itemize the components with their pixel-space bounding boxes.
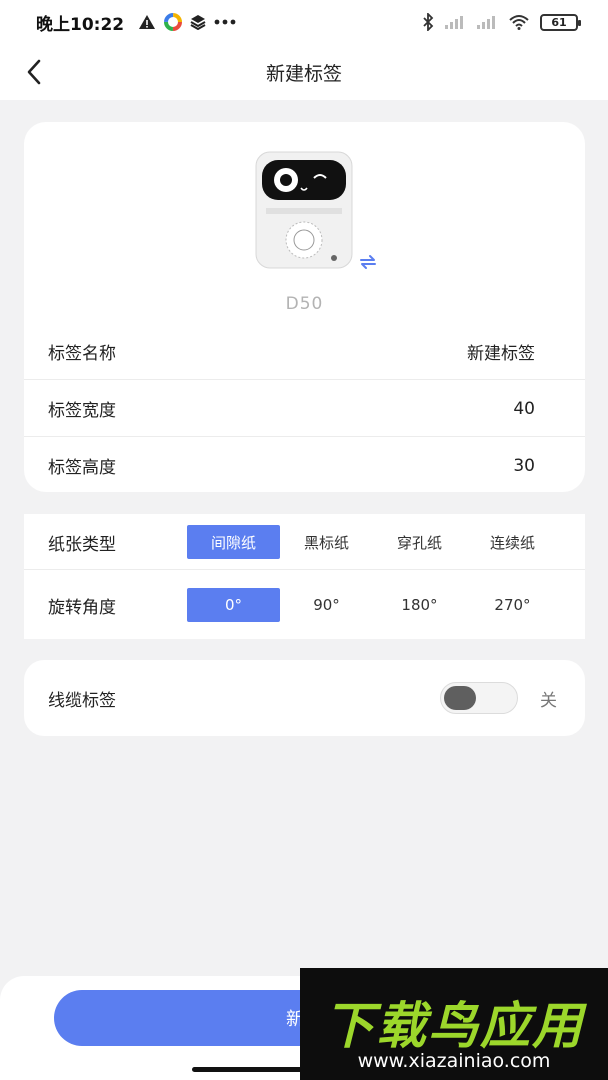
chevron-left-icon [27,59,41,85]
label-width-row[interactable]: 标签宽度 40 [24,380,585,437]
more-dots-icon [214,19,236,25]
status-left-icons [138,13,236,31]
label-height-label: 标签高度 [48,458,116,478]
label-height-row[interactable]: 标签高度 30 [24,437,585,494]
warning-icon [139,15,156,29]
label-height-value: 30 [513,455,535,476]
label-name-row[interactable]: 标签名称 新建标签 [24,323,585,380]
paper-type-row: 纸张类型 间隙纸 黑标纸 穿孔纸 连续纸 [24,514,585,570]
status-bar: 晚上10:22 61 [0,0,608,44]
status-time: 晚上10:22 [36,14,125,35]
label-name-value: 新建标签 [467,344,535,364]
sync-icon[interactable] [358,252,378,272]
print-options-card: 纸张类型 间隙纸 黑标纸 穿孔纸 连续纸 旋转角度 0° 90° 180° 27… [24,514,585,639]
rotation-row: 旋转角度 0° 90° 180° 270° [24,577,585,633]
status-left: 晚上10:22 [36,10,236,35]
device-name: D50 [285,294,324,314]
layers-icon [190,15,206,30]
paper-type-option-gap[interactable]: 间隙纸 [187,525,280,559]
signal-icon [445,16,463,29]
rotation-label: 旋转角度 [48,597,116,618]
rotation-option-90[interactable]: 90° [280,588,373,622]
label-info-card: D50 标签名称 新建标签 标签宽度 40 标签高度 30 [24,122,585,492]
status-right: 61 [422,13,581,31]
paper-type-option-continuous[interactable]: 连续纸 [466,525,559,559]
page-title: 新建标签 [265,62,342,85]
label-width-label: 标签宽度 [48,401,116,421]
paper-type-option-perforated[interactable]: 穿孔纸 [373,525,466,559]
wifi-icon [509,15,529,30]
battery-icon: 61 [540,13,581,31]
label-name-label: 标签名称 [48,344,116,364]
signal-icon [477,16,495,29]
rotation-option-180[interactable]: 180° [373,588,466,622]
printer-image [255,151,353,269]
color-wheel-icon [164,13,183,31]
cable-label-label: 线缆标签 [48,690,116,711]
bluetooth-icon [423,13,434,31]
label-width-value: 40 [513,398,535,419]
watermark-logo: 下载鸟应用 www.xiazainiao.com [300,968,608,1080]
rotation-option-270[interactable]: 270° [466,588,559,622]
rotation-option-0[interactable]: 0° [187,588,280,622]
cable-label-card: 线缆标签 关 [24,660,585,736]
paper-type-option-black-mark[interactable]: 黑标纸 [280,525,373,559]
back-button[interactable] [18,56,50,88]
toggle-knob [444,686,476,710]
watermark-url: www.xiazainiao.com [357,1050,551,1072]
nav-bar: 新建标签 [0,44,608,100]
cable-label-toggle[interactable] [440,682,518,714]
paper-type-label: 纸张类型 [48,534,116,555]
battery-level: 61 [551,15,567,29]
watermark-title: 下载鸟应用 [324,997,584,1055]
cable-label-state: 关 [540,691,557,711]
